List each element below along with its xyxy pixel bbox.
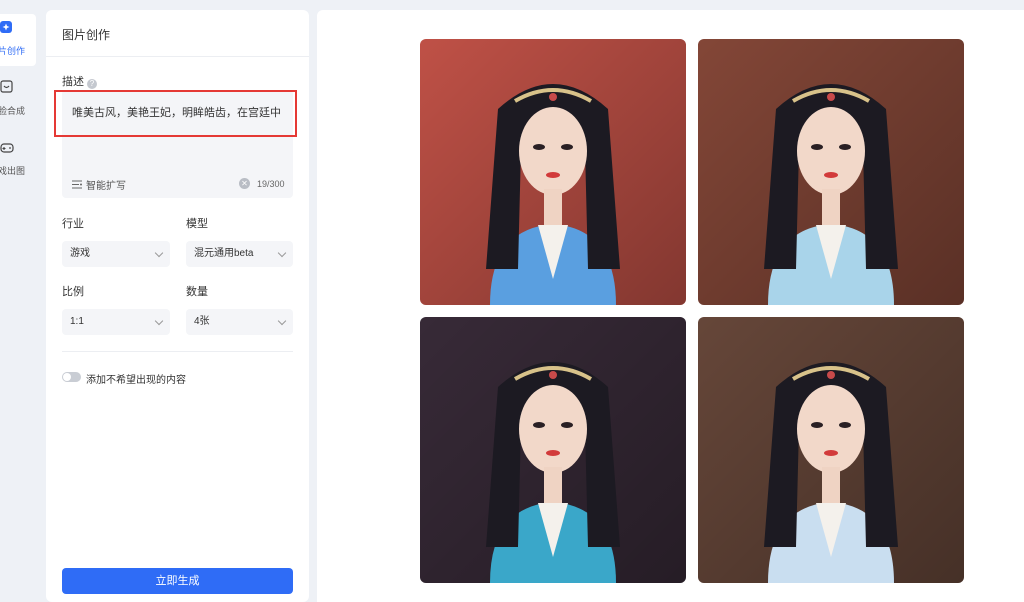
portrait-placeholder — [698, 317, 964, 583]
description-text[interactable]: 唯美古风，美艳王妃，明眸皓齿，在宫廷中 — [72, 104, 281, 120]
result-image-4[interactable] — [698, 317, 964, 583]
result-image-2[interactable] — [698, 39, 964, 305]
quantity-value: 4张 — [194, 316, 210, 327]
ratio-value: 1:1 — [70, 316, 84, 327]
generate-button[interactable]: 立即生成 — [62, 568, 293, 594]
smart-expand-label: 智能扩写 — [86, 181, 126, 192]
nav-item-label: 脸合成 — [0, 106, 26, 116]
quantity-select[interactable]: 4张 — [186, 309, 293, 335]
portrait-placeholder — [698, 39, 964, 305]
negative-prompt-label: 添加不希望出现的内容 — [86, 375, 186, 386]
description-label: 描述? — [62, 73, 97, 89]
description-label-text: 描述 — [62, 76, 84, 88]
nav-item-image-creation[interactable]: 片创作 — [0, 14, 36, 66]
nav-item-label: 戏出图 — [0, 166, 26, 176]
quantity-label: 数量 — [186, 286, 208, 298]
question-icon[interactable]: ? — [87, 79, 97, 89]
portrait-placeholder — [420, 317, 686, 583]
panel-divider — [46, 56, 309, 57]
result-image-1[interactable] — [420, 39, 686, 305]
expand-lines-icon — [72, 180, 82, 189]
chevron-down-icon — [154, 248, 164, 258]
gamepad-icon — [0, 142, 16, 158]
negative-prompt-toggle[interactable] — [62, 372, 81, 382]
smart-expand-button[interactable]: 智能扩写 — [72, 177, 126, 192]
char-count: 19/300 — [257, 179, 285, 189]
creation-panel: 图片创作 描述? 唯美古风，美艳王妃，明眸皓齿，在宫廷中 智能扩写 ✕ 19/3… — [46, 10, 309, 602]
toggle-knob — [63, 373, 71, 381]
model-value: 混元通用beta — [194, 248, 254, 259]
face-icon — [0, 80, 16, 96]
model-select[interactable]: 混元通用beta — [186, 241, 293, 267]
ratio-select[interactable]: 1:1 — [62, 309, 170, 335]
panel-title: 图片创作 — [62, 28, 111, 42]
nav-rail: 片创作 脸合成 戏出图 — [0, 0, 40, 602]
industry-select[interactable]: 游戏 — [62, 241, 170, 267]
result-image-3[interactable] — [420, 317, 686, 583]
nav-item-face-fusion[interactable]: 脸合成 — [0, 80, 36, 120]
clear-icon[interactable]: ✕ — [239, 178, 250, 189]
sparkle-icon — [0, 21, 16, 37]
section-divider — [62, 351, 293, 352]
nav-item-label: 片创作 — [0, 46, 26, 56]
chevron-down-icon — [154, 316, 164, 326]
industry-value: 游戏 — [70, 248, 90, 259]
result-area — [317, 10, 1024, 602]
chevron-down-icon — [277, 316, 287, 326]
industry-label: 行业 — [62, 218, 84, 230]
ratio-label: 比例 — [62, 286, 84, 298]
nav-item-game-art[interactable]: 戏出图 — [0, 142, 36, 182]
chevron-down-icon — [277, 248, 287, 258]
portrait-placeholder — [420, 39, 686, 305]
model-label: 模型 — [186, 218, 208, 230]
